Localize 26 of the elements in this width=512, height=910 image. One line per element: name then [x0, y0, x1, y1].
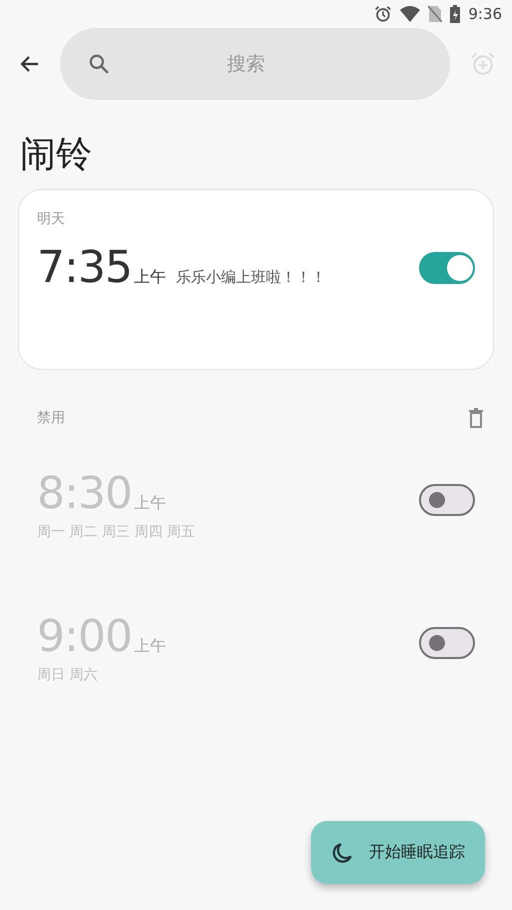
section-label: 禁用 [37, 409, 65, 427]
search-bar[interactable]: 搜索 [60, 28, 450, 100]
sleep-tracking-button[interactable]: 开始睡眠追踪 [311, 821, 485, 884]
wifi-icon [400, 6, 420, 22]
toggle-switch[interactable] [419, 484, 475, 516]
alarm-note: 乐乐小编上班啦！！！ [176, 268, 326, 287]
no-sim-icon [428, 5, 442, 23]
delete-icon[interactable] [468, 408, 484, 428]
alarm-icon [374, 5, 392, 23]
battery-icon [450, 5, 460, 23]
repeat-days: 周日 周六 [37, 666, 166, 684]
day-label: 明天 [37, 211, 65, 227]
status-time: 9:36 [468, 5, 502, 23]
search-field[interactable]: 搜索 [110, 52, 382, 76]
am-pm-label: 上午 [134, 636, 166, 657]
search-icon [88, 53, 110, 75]
back-arrow-icon[interactable] [20, 54, 40, 74]
repeat-days: 周一 周二 周三 周四 周五 [37, 523, 195, 541]
page-title: 闹铃 [19, 133, 93, 177]
am-pm-label: 上午 [134, 493, 166, 514]
toggle-switch[interactable] [419, 252, 475, 284]
toggle-switch[interactable] [419, 627, 475, 659]
moon-icon [331, 842, 353, 864]
alarm-time: 7:35 [37, 242, 132, 293]
alarm-card[interactable]: 明天 7:35 上午 乐乐小编上班啦！！！ [18, 189, 494, 370]
am-pm-label: 上午 [134, 267, 166, 288]
